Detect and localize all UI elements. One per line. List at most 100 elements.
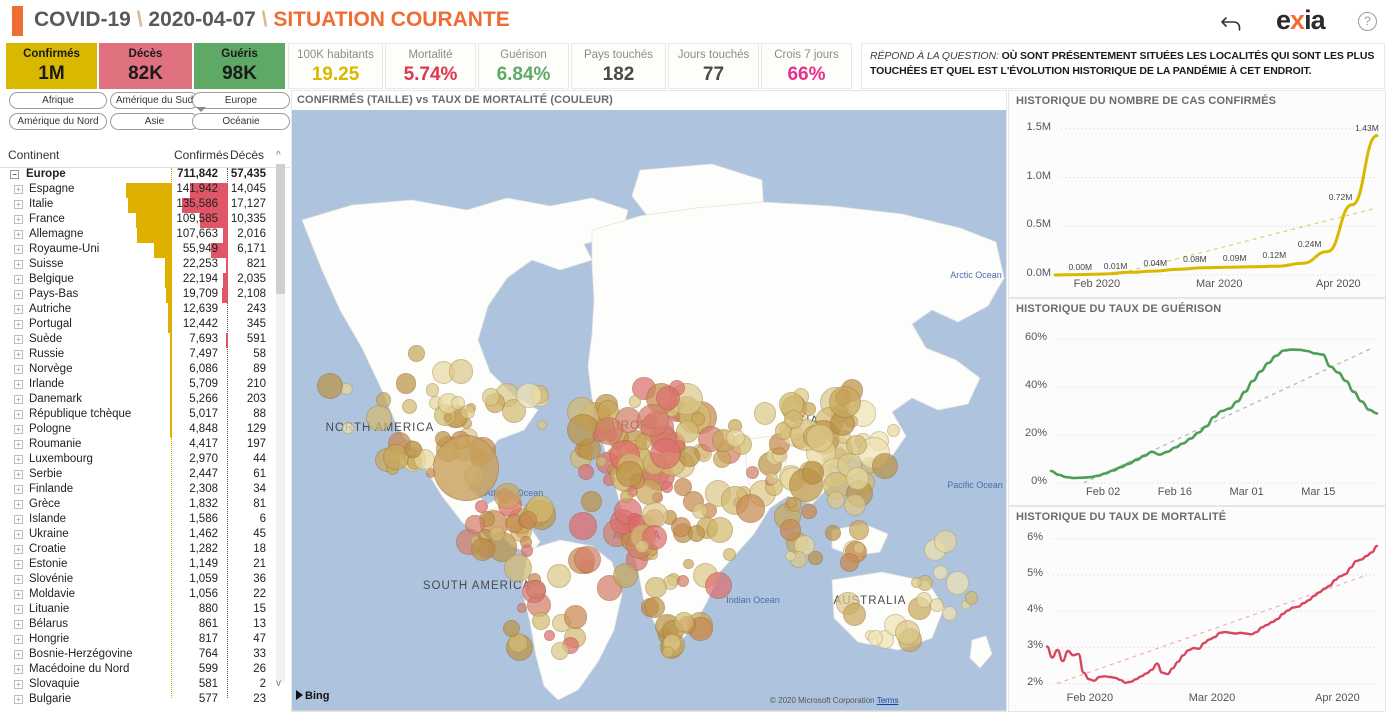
table-row[interactable]: + Islande 1,586 6 — [0, 513, 272, 528]
expand-icon[interactable]: + — [14, 635, 23, 644]
map-bubble[interactable] — [494, 482, 522, 510]
table-row[interactable]: + Ukraine 1,462 45 — [0, 528, 272, 543]
map-bubble[interactable] — [616, 460, 643, 488]
kpi-card-0[interactable]: Confirmés 1M — [6, 43, 97, 89]
table-scrollbar-thumb[interactable] — [276, 164, 285, 294]
table-row[interactable]: + Autriche 12,639 243 — [0, 303, 272, 318]
map-bubble[interactable] — [636, 404, 669, 437]
map-bubble[interactable] — [460, 405, 475, 420]
map-bubble[interactable] — [395, 372, 417, 394]
expand-icon[interactable]: + — [14, 575, 23, 584]
map-bubble[interactable] — [516, 602, 527, 614]
expand-icon[interactable]: + — [14, 290, 23, 299]
kpi-card-2[interactable]: Guéris 98K — [194, 43, 285, 89]
map-bubble[interactable] — [691, 503, 708, 519]
map-bubble[interactable] — [407, 345, 425, 362]
expand-icon[interactable]: + — [14, 560, 23, 569]
map-bubble[interactable] — [887, 423, 901, 437]
table-row[interactable]: + Suède 7,693 591 — [0, 333, 272, 348]
table-row[interactable]: + Macédoine du Nord 599 26 — [0, 663, 272, 678]
table-row[interactable]: + Grèce 1,832 81 — [0, 498, 272, 513]
map-bubble[interactable] — [404, 440, 422, 459]
map-bubble[interactable] — [934, 530, 957, 553]
map-bubble[interactable] — [825, 524, 842, 541]
map-bubble[interactable] — [465, 515, 485, 535]
map-bubble[interactable] — [964, 591, 979, 605]
table-row[interactable]: + Slovaquie 581 2 — [0, 678, 272, 693]
map-bubble[interactable] — [754, 402, 777, 425]
map-bubble[interactable] — [628, 395, 642, 408]
kpi-card-3[interactable]: 100K habitants 19.25 — [288, 43, 383, 89]
expand-icon[interactable]: + — [14, 695, 23, 704]
map-bubble[interactable] — [448, 359, 474, 384]
map-bubble[interactable] — [594, 417, 623, 446]
map-bubble[interactable] — [574, 546, 601, 574]
col-header-deaths[interactable]: Décès — [230, 148, 264, 162]
expand-icon[interactable]: + — [14, 500, 23, 509]
table-row[interactable]: + Lituanie 880 15 — [0, 603, 272, 618]
map-bubble[interactable] — [745, 466, 759, 480]
table-group-row[interactable]: − Europe 711,842 57,435 — [0, 168, 272, 183]
table-row[interactable]: + Slovénie 1,059 36 — [0, 573, 272, 588]
map-bubble[interactable] — [682, 558, 694, 570]
map-bubble[interactable] — [826, 490, 845, 509]
expand-icon[interactable]: + — [14, 425, 23, 434]
table-row[interactable]: + Bélarus 861 13 — [0, 618, 272, 633]
kpi-card-4[interactable]: Mortalité 5.74% — [385, 43, 476, 89]
table-row[interactable]: + Russie 7,497 58 — [0, 348, 272, 363]
map-bubble[interactable] — [475, 500, 488, 513]
expand-icon[interactable]: + — [14, 320, 23, 329]
expand-icon[interactable]: + — [14, 410, 23, 419]
expand-icon[interactable]: + — [14, 275, 23, 284]
table-row[interactable]: + Irlande 5,709 210 — [0, 378, 272, 393]
map-bubble[interactable] — [581, 491, 602, 512]
map-bubble[interactable] — [670, 517, 691, 538]
expand-icon[interactable]: + — [14, 470, 23, 479]
scroll-down-icon[interactable]: v — [276, 678, 281, 689]
table-row[interactable]: + Allemagne 107,663 2,016 — [0, 228, 272, 243]
map-bubble[interactable] — [425, 383, 439, 397]
map-bubble[interactable] — [563, 605, 588, 629]
map-bubble[interactable] — [765, 472, 779, 485]
expand-icon[interactable]: + — [14, 545, 23, 554]
map-bubble[interactable] — [705, 571, 733, 599]
table-row[interactable]: + Hongrie 817 47 — [0, 633, 272, 648]
map-bubble[interactable] — [643, 597, 665, 618]
map-bubble[interactable] — [844, 494, 866, 516]
map-bubble[interactable] — [867, 630, 884, 646]
expand-icon[interactable]: + — [14, 455, 23, 464]
expand-icon[interactable]: + — [14, 680, 23, 689]
expand-icon[interactable]: + — [14, 365, 23, 374]
map-bubble[interactable] — [846, 467, 869, 490]
table-row[interactable]: + France 109,585 10,335 — [0, 213, 272, 228]
map-bubble[interactable] — [675, 420, 699, 443]
expand-icon[interactable]: + — [14, 200, 23, 209]
expand-icon[interactable]: + — [14, 515, 23, 524]
map-bubble[interactable] — [635, 539, 649, 554]
table-row[interactable]: + Danemark 5,266 203 — [0, 393, 272, 408]
map-bubble[interactable] — [846, 434, 867, 455]
expand-icon[interactable]: + — [14, 335, 23, 344]
continent-filter-oc-anie[interactable]: Océanie — [192, 113, 290, 130]
continent-filter-asie[interactable]: Asie — [110, 113, 199, 130]
map-bubble[interactable] — [662, 645, 675, 658]
table-row[interactable]: + Pologne 4,848 129 — [0, 423, 272, 438]
col-header-continent[interactable]: Continent — [8, 148, 59, 162]
map-bubble[interactable] — [853, 542, 865, 555]
map-bubble[interactable] — [660, 480, 673, 493]
map-bubble[interactable] — [536, 419, 548, 430]
kpi-card-5[interactable]: Guérison 6.84% — [478, 43, 569, 89]
expand-icon[interactable]: + — [14, 650, 23, 659]
map-bubble[interactable] — [802, 402, 816, 416]
expand-icon[interactable]: + — [14, 395, 23, 404]
kpi-card-7[interactable]: Jours touchés 77 — [668, 43, 759, 89]
map-bubble[interactable] — [520, 536, 533, 548]
map-bubble[interactable] — [531, 611, 550, 630]
table-row[interactable]: + Norvège 6,086 89 — [0, 363, 272, 378]
expand-icon[interactable]: + — [14, 260, 23, 269]
table-row[interactable]: + Luxembourg 2,970 44 — [0, 453, 272, 468]
expand-icon[interactable]: + — [14, 305, 23, 314]
col-header-confirmed[interactable]: Confirmés — [174, 148, 229, 162]
terms-link[interactable]: Terms — [877, 696, 899, 705]
table-row[interactable]: + Suisse 22,253 821 — [0, 258, 272, 273]
